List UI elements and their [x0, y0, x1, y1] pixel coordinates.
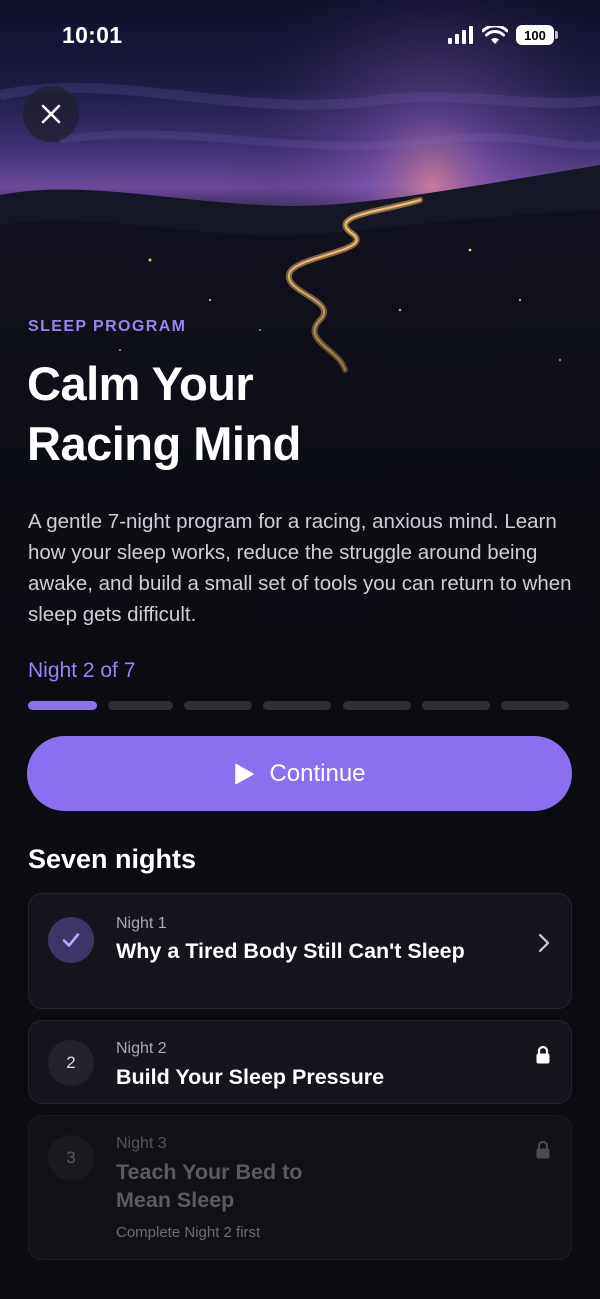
night-card-2[interactable]: 2 Night 2 Build Your Sleep Pressure: [28, 1020, 572, 1104]
lock-icon: [536, 1140, 550, 1159]
wifi-icon: [482, 25, 508, 44]
battery-icon: 100: [516, 25, 558, 45]
night-title: Why a Tired Body Still Can't Sleep: [116, 939, 465, 963]
night-card-3[interactable]: 3 Night 3 Teach Your Bed to Mean Sleep C…: [28, 1115, 572, 1260]
lock-icon: [536, 1045, 550, 1064]
night-label: Night 2: [116, 1040, 167, 1057]
night-number: 2: [66, 1053, 76, 1072]
check-icon: [62, 933, 80, 947]
close-button[interactable]: [23, 86, 79, 142]
battery-level: 100: [524, 27, 546, 43]
night-label: Night 3: [116, 1135, 167, 1152]
title-line-2: Racing Mind: [27, 417, 301, 470]
program-description: A gentle 7-night program for a racing, a…: [28, 510, 572, 626]
progress-bar: [28, 701, 569, 710]
play-icon: [235, 763, 255, 784]
page-title: Calm Your Racing Mind: [27, 354, 567, 474]
night-number-badge: 3: [48, 1135, 94, 1181]
continue-button[interactable]: Continue: [27, 736, 572, 811]
close-icon: [41, 104, 61, 124]
night-title: Build Your Sleep Pressure: [116, 1065, 385, 1089]
chevron-right-icon: [538, 933, 550, 953]
program-category: SLEEP PROGRAM: [28, 318, 187, 335]
unlock-hint: Complete Night 2 first: [116, 1224, 261, 1241]
cellular-signal-icon: [448, 26, 473, 44]
progress-segment: [263, 701, 331, 710]
night-label: Night 1: [116, 915, 167, 932]
title-line-1: Calm Your: [27, 357, 254, 410]
night-number-badge: 2: [48, 1040, 94, 1086]
progress-segment: [184, 701, 252, 710]
section-title: Seven nights: [28, 844, 197, 874]
progress-segment: [343, 701, 411, 710]
night-title: Teach Your Bed to Mean Sleep: [116, 1160, 303, 1212]
night-card-1[interactable]: Night 1 Why a Tired Body Still Can't Sle…: [28, 893, 572, 1009]
status-icons: 100: [448, 25, 558, 45]
progress-label: Night 2 of 7: [28, 659, 136, 682]
progress-segment: [28, 701, 97, 710]
status-bar: 10:01 100: [0, 0, 600, 70]
status-time: 10:01: [62, 22, 123, 48]
night-number: 3: [66, 1148, 76, 1167]
completed-badge: [48, 917, 94, 963]
progress-segment: [108, 701, 173, 710]
progress-segment: [422, 701, 490, 710]
progress-segment: [501, 701, 569, 710]
continue-label: Continue: [269, 759, 366, 787]
